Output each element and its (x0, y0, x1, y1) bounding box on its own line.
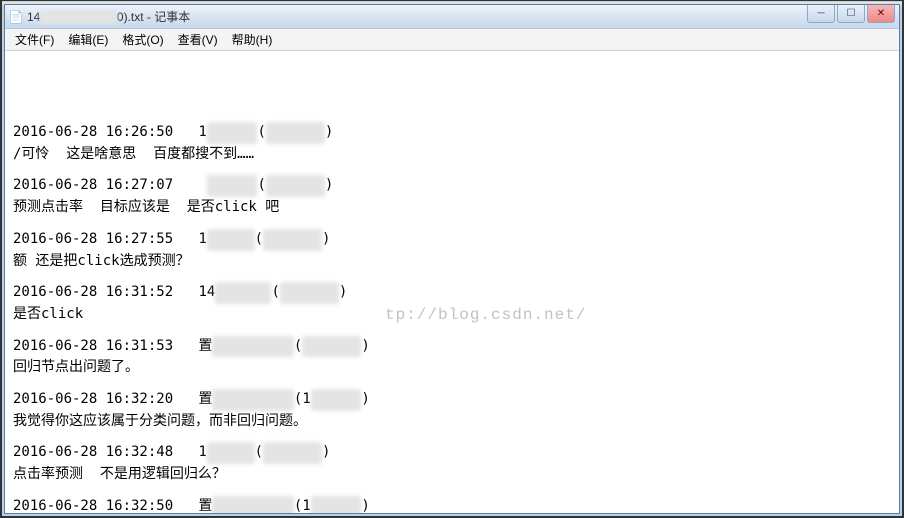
paren-redacted: ███████ (263, 442, 322, 464)
id-prefix (173, 177, 207, 193)
entry-body: 我觉得你这应该属于分类问题，而非回归问题。 (13, 411, 891, 433)
paren-close: ) (325, 124, 333, 140)
paren-close: ) (322, 444, 330, 460)
entry-header: 2016-06-28 16:32:48 1████倩(███████) (13, 442, 891, 464)
paren-open: ( (255, 231, 263, 247)
id-prefix: 置 (173, 391, 212, 407)
paren-close: ) (361, 391, 369, 407)
paren-open: ( (257, 124, 265, 140)
entry-body: /可怜 这是啥意思 百度都搜不到…… (13, 144, 891, 166)
menu-file[interactable]: 文件(F) (9, 29, 60, 50)
title-prefix: 14 (27, 10, 40, 24)
entry-body: 额 还是把click选成预测？ (13, 251, 891, 273)
entry-header: 2016-06-28 16:31:53 置████████彡(███████) (13, 336, 891, 358)
entry-body: 回归节点出问题了。 (13, 357, 891, 379)
timestamp: 2016-06-28 16:32:48 (13, 444, 173, 460)
paren-close: ) (325, 177, 333, 193)
titlebar[interactable]: 📄 14█████████0).txt - 记事本 ─ ☐ ✕ (5, 5, 899, 29)
timestamp: 2016-06-28 16:31:52 (13, 284, 173, 300)
paren-redacted: ██████ (311, 496, 362, 513)
timestamp: 2016-06-28 16:32:20 (13, 391, 173, 407)
entry-body: 是否click (13, 304, 891, 326)
name-redacted: ████████彡 (212, 336, 293, 358)
entry-header: 2016-06-28 16:27:55 1████倩(███████) (13, 229, 891, 251)
name-redacted: █████杰 (215, 282, 271, 304)
menubar: 文件(F) 编辑(E) 格式(O) 查看(V) 帮助(H) (5, 29, 899, 51)
id-prefix: 1 (173, 124, 207, 140)
notepad-icon: 📄 (9, 10, 23, 24)
close-button[interactable]: ✕ (867, 5, 895, 23)
name-redacted: ████倩 (207, 229, 255, 251)
paren-open: (1 (294, 391, 311, 407)
entry-body: 预测点击率 目标应该是 是否click 吧 (13, 197, 891, 219)
paren-redacted: ███████ (266, 175, 325, 197)
entry-header: 2016-06-28 16:26:50 1██████(███████) (13, 122, 891, 144)
paren-redacted: ██████ (311, 389, 362, 411)
timestamp: 2016-06-28 16:31:53 (13, 338, 173, 354)
notepad-window: 📄 14█████████0).txt - 记事本 ─ ☐ ✕ 文件(F) 编辑… (4, 4, 900, 514)
paren-redacted: ███████ (266, 122, 325, 144)
log-entry: 2016-06-28 16:32:20 置████████彡(1██████)我… (13, 389, 891, 432)
menu-view[interactable]: 查看(V) (172, 29, 224, 50)
name-redacted: ██████ (207, 122, 258, 144)
text-area[interactable]: tp://blog.csdn.net/ 2016-06-28 16:26:50 … (5, 51, 899, 513)
menu-format[interactable]: 格式(O) (116, 29, 169, 50)
window-title: 14█████████0).txt - 记事本 (27, 8, 895, 25)
paren-close: ) (322, 231, 330, 247)
timestamp: 2016-06-28 16:26:50 (13, 124, 173, 140)
entry-header: 2016-06-28 16:27:07 ██████(███████) (13, 175, 891, 197)
paren-open: ( (257, 177, 265, 193)
title-suffix: 0).txt - 记事本 (117, 10, 190, 24)
paren-redacted: ███████ (302, 336, 361, 358)
paren-close: ) (361, 498, 369, 513)
entry-header: 2016-06-28 16:32:20 置████████彡(1██████) (13, 389, 891, 411)
log-entry: 2016-06-28 16:32:50 置████████彡(1██████)可… (13, 496, 891, 513)
id-prefix: 1 (173, 231, 207, 247)
id-prefix: 14 (173, 284, 215, 300)
timestamp: 2016-06-28 16:27:07 (13, 177, 173, 193)
paren-close: ) (361, 338, 369, 354)
menu-edit[interactable]: 编辑(E) (62, 29, 114, 50)
name-redacted: ████████彡 (212, 496, 293, 513)
paren-open: (1 (294, 498, 311, 513)
id-prefix: 置 (173, 338, 212, 354)
paren-open: ( (255, 444, 263, 460)
id-prefix: 置 (173, 498, 212, 513)
entry-header: 2016-06-28 16:32:50 置████████彡(1██████) (13, 496, 891, 513)
name-redacted: ████倩 (207, 442, 255, 464)
log-entry: 2016-06-28 16:31:53 置████████彡(███████)回… (13, 336, 891, 379)
menu-help[interactable]: 帮助(H) (226, 29, 279, 50)
paren-redacted: ███████ (280, 282, 339, 304)
log-entry: 2016-06-28 16:27:07 ██████(███████)预测点击率… (13, 175, 891, 218)
timestamp: 2016-06-28 16:27:55 (13, 231, 173, 247)
id-prefix: 1 (173, 444, 207, 460)
window-controls: ─ ☐ ✕ (807, 5, 895, 23)
title-redacted: █████████ (40, 10, 117, 24)
log-entry: 2016-06-28 16:27:55 1████倩(███████)额 还是把… (13, 229, 891, 272)
entry-body: 点击率预测 不是用逻辑回归么？ (13, 464, 891, 486)
maximize-button[interactable]: ☐ (837, 5, 865, 23)
timestamp: 2016-06-28 16:32:50 (13, 498, 173, 513)
entry-header: 2016-06-28 16:31:52 14█████杰(███████) (13, 282, 891, 304)
log-entry: 2016-06-28 16:32:48 1████倩(███████)点击率预测… (13, 442, 891, 485)
minimize-button[interactable]: ─ (807, 5, 835, 23)
name-redacted: ████████彡 (212, 389, 293, 411)
paren-close: ) (339, 284, 347, 300)
log-entry: 2016-06-28 16:31:52 14█████杰(███████)是否c… (13, 282, 891, 325)
log-entry: 2016-06-28 16:26:50 1██████(███████)/可怜 … (13, 122, 891, 165)
paren-open: ( (271, 284, 279, 300)
name-redacted: ██████ (207, 175, 258, 197)
paren-redacted: ███████ (263, 229, 322, 251)
